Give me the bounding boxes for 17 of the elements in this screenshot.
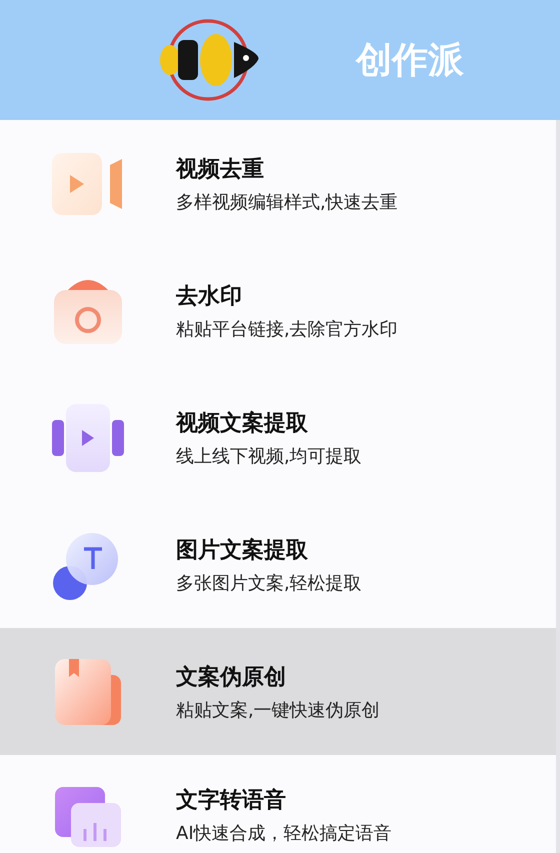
- play-icon: [52, 402, 124, 474]
- app-title: 创作派: [356, 38, 464, 82]
- tool-description: 多样视频编辑样式,快速去重: [176, 190, 398, 214]
- audio-icon: [53, 785, 123, 847]
- tool-description: 线上线下视频,均可提取: [176, 444, 362, 468]
- tool-description: 多张图片文案,轻松提取: [176, 572, 362, 594]
- tool-title: 视频去重: [176, 156, 265, 184]
- tool-item[interactable]: 文案伪原创 粘贴文案,一键快速伪原创: [0, 628, 556, 755]
- tool-title: 文字转语音: [176, 786, 287, 815]
- tool-title: 图片文案提取: [176, 536, 309, 564]
- tool-description: 粘贴文案,一键快速伪原创: [176, 698, 380, 722]
- tool-description: AI快速合成，轻松搞定语音: [176, 822, 392, 845]
- document-icon: [53, 656, 123, 726]
- tool-title: 视频文案提取: [176, 410, 309, 438]
- tool-title: 去水印: [176, 282, 243, 310]
- tool-title: 文案伪原创: [176, 664, 287, 692]
- tool-description: 粘贴平台链接,去除官方水印: [176, 318, 398, 340]
